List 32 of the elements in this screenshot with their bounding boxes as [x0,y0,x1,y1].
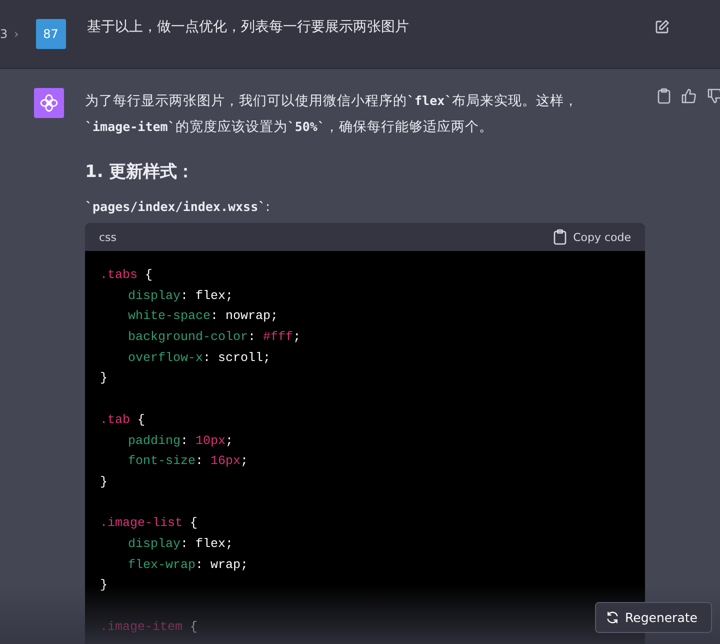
code-line: display: flex; [127,288,234,305]
regenerate-button[interactable]: Regenerate [595,602,712,633]
file-path-label: `pages/index/index.wxss`: [85,199,272,215]
code-line: .tab { [100,412,146,429]
code-line: background-color: #fff; [127,329,301,346]
code-line: } [100,370,108,388]
code-line: padding: 10px; [127,432,234,450]
code-line: overflow-x: scroll; [127,350,271,367]
thumbs-down-icon[interactable] [707,88,720,104]
code-line: .image-item { [100,618,198,636]
section-heading: 1. 更新样式： [85,161,196,183]
code-line: white-space: nowrap; [127,308,278,326]
copy-icon[interactable] [657,88,671,104]
edit-icon[interactable] [654,19,670,35]
copy-code-button[interactable]: Copy code [553,229,631,245]
user-avatar: 87 [36,19,66,49]
clipboard-icon [553,229,568,245]
assistant-message: 为了每行显示两张图片，我们可以使用微信小程序的`flex`布局来实现。这样，`image-item`的宽度应该设置为`50%`，确保每行能够适应两个。 [85,92,580,137]
code-line: .tabs { [100,267,153,284]
pager-number: 3 [0,27,9,41]
code-language: css [99,230,117,244]
code-line: } [100,474,108,491]
flower-icon [39,93,59,113]
code-line: display: flex; [127,536,234,553]
user-message: 基于以上，做一点优化，列表每一行要展示两张图片 [86,18,409,36]
code-line: } [100,577,108,594]
code-line: font-size: 16px; [127,453,248,470]
code-line: .image-list { [100,515,198,532]
refresh-icon [606,611,619,624]
code-line: flex-wrap: wrap; [127,556,248,574]
pager-arrow[interactable]: › [14,27,19,41]
thumbs-up-icon[interactable] [681,88,697,104]
